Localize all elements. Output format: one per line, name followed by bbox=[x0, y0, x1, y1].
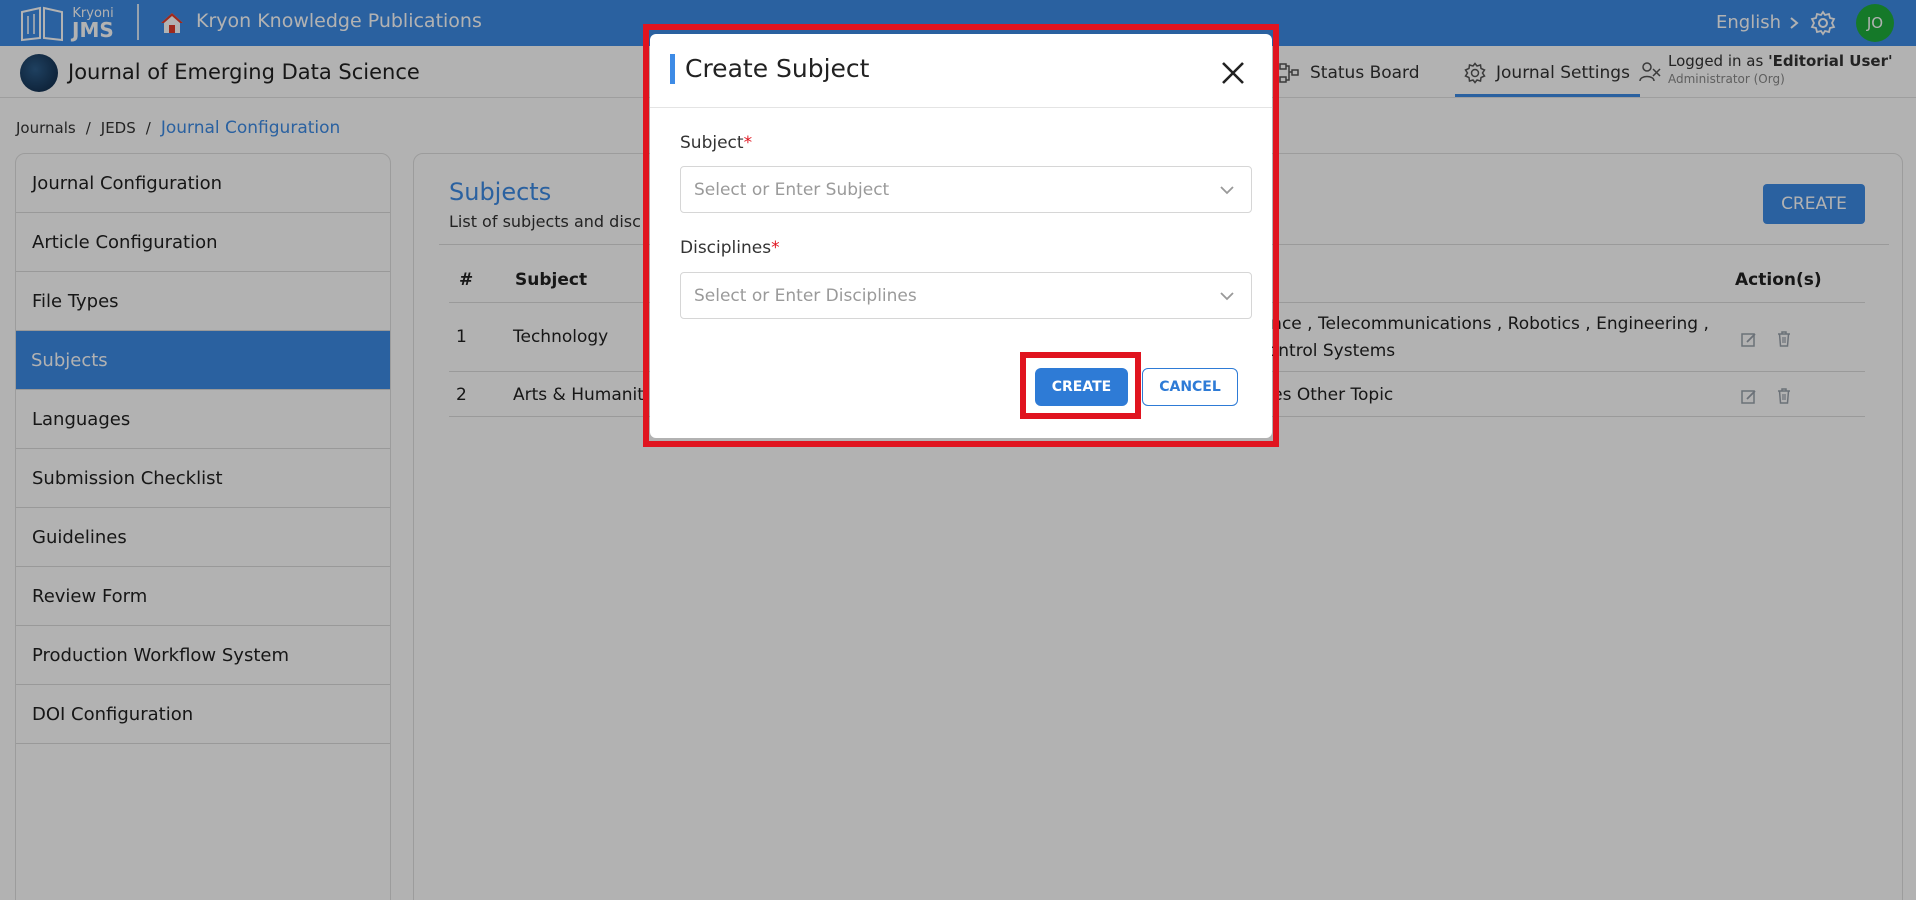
create-button-highlight-box bbox=[1020, 352, 1141, 419]
dialog-highlight-box bbox=[643, 24, 1279, 447]
